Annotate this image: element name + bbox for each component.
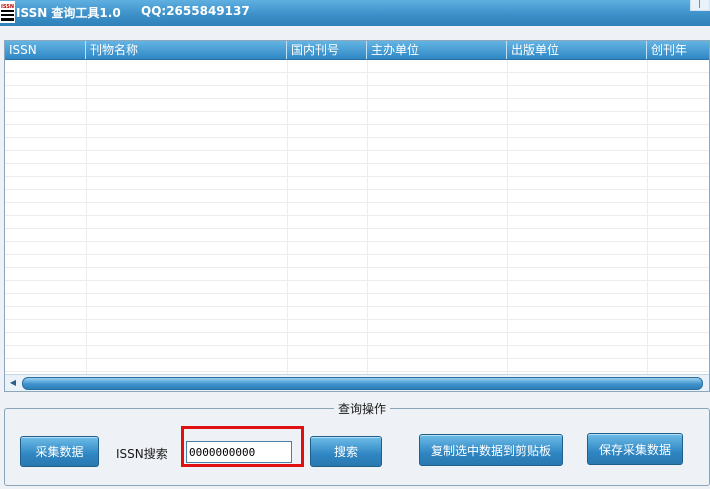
group-title: 查询操作 [334,400,391,417]
grid-row-line [5,332,709,333]
grid-row-line [5,345,709,346]
grid-row-line [5,202,709,203]
column-header-founded[interactable]: 创刊年 [647,41,709,59]
grid-row-line [5,72,709,73]
grid-row-line [5,189,709,190]
grid-row-line [5,267,709,268]
column-header-publisher[interactable]: 出版单位 [507,41,647,59]
save-data-button[interactable]: 保存采集数据 [587,433,683,465]
grid-row-line [5,98,709,99]
copy-to-clipboard-button[interactable]: 复制选中数据到剪贴板 [419,434,563,466]
grid-row-line [5,124,709,125]
title-bar: ISSN ISSN 查询工具1.0 QQ:2655849137 [0,0,710,26]
grid-row-line [5,254,709,255]
grid-column-line [367,60,368,376]
grid-row-line [5,280,709,281]
grid-row-line [5,215,709,216]
grid-row-line [5,241,709,242]
issn-search-label: ISSN搜索 [116,447,168,461]
grid-row-line [5,319,709,320]
scroll-left-icon[interactable]: ◀ [6,376,20,389]
horizontal-scrollbar[interactable]: ◀ [5,374,709,391]
app-logo-icon: ISSN [0,1,15,23]
grid-row-line [5,358,709,359]
search-button[interactable]: 搜索 [310,436,382,467]
column-header-issn[interactable]: ISSN [5,41,86,59]
window-title: ISSN 查询工具1.0 [16,6,121,20]
window-control-button[interactable] [690,0,710,11]
grid-row-line [5,85,709,86]
grid-row-line [5,293,709,294]
grid-row-line [5,371,709,372]
grid-column-line [647,60,648,376]
grid-row-line [5,163,709,164]
grid-row-line [5,150,709,151]
column-header-cn[interactable]: 国内刊号 [287,41,367,59]
qq-contact: QQ:2655849137 [141,4,250,18]
table-body [5,60,709,376]
grid-column-line [287,60,288,376]
table-header: ISSN 刊物名称 国内刊号 主办单位 出版单位 创刊年 [5,41,709,60]
grid-row-line [5,111,709,112]
results-table[interactable]: ISSN 刊物名称 国内刊号 主办单位 出版单位 创刊年 ◀ [4,40,710,392]
grid-row-line [5,228,709,229]
collect-data-button[interactable]: 采集数据 [20,436,99,467]
grid-column-line [507,60,508,376]
grid-row-line [5,306,709,307]
grid-column-line [86,60,87,376]
grid-row-line [5,176,709,177]
issn-search-input[interactable] [186,441,292,463]
grid-row-line [5,137,709,138]
logo-text: ISSN [1,4,14,10]
column-header-sponsor[interactable]: 主办单位 [367,41,507,59]
scrollbar-thumb[interactable] [22,377,703,390]
column-header-title[interactable]: 刊物名称 [86,41,287,59]
